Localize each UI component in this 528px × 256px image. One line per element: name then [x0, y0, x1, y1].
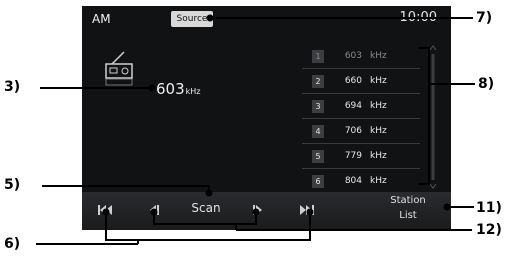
callout-12: 12) — [476, 222, 502, 238]
callout-3: 3) — [4, 79, 21, 95]
callout-7: 7) — [476, 10, 493, 26]
callout-8: 8) — [478, 76, 495, 92]
callout-11: 11) — [476, 200, 502, 216]
callout-5: 5) — [4, 177, 21, 193]
callout-lines — [36, 14, 475, 245]
callout-6: 6) — [4, 236, 21, 252]
